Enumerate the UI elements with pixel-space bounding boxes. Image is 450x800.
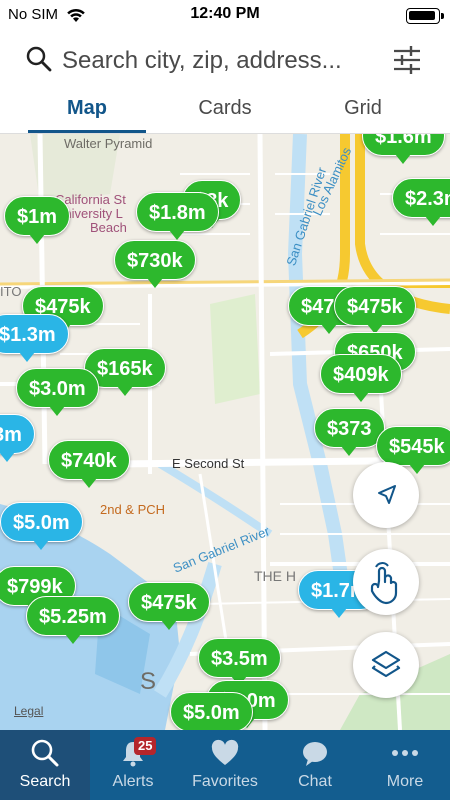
- label-s-partial: S: [140, 668, 157, 695]
- legal-link[interactable]: Legal: [14, 704, 43, 718]
- map-view[interactable]: Walter Pyramid California St University …: [0, 134, 450, 730]
- label-e-second-st: E Second St: [172, 456, 245, 471]
- price-pin[interactable]: $373: [314, 408, 385, 456]
- nav-label-more: More: [386, 773, 424, 790]
- price-pin[interactable]: $1.6m: [362, 134, 445, 164]
- price-pin[interactable]: $409k: [320, 354, 402, 402]
- tab-map[interactable]: Map: [28, 97, 146, 120]
- heart-icon: [211, 739, 239, 765]
- battery-icon: [406, 8, 444, 24]
- price-pin[interactable]: $5.25m: [26, 596, 120, 644]
- tab-cards[interactable]: Cards: [166, 97, 284, 120]
- nav-label-alerts: Alerts: [112, 773, 154, 790]
- bottom-nav: Search 25 Alerts Favorites Chat More: [0, 730, 450, 800]
- search-icon[interactable]: [26, 46, 52, 72]
- navigation-arrow-icon: [378, 485, 396, 504]
- tab-grid[interactable]: Grid: [304, 97, 422, 120]
- price-pin[interactable]: $5.0m: [0, 502, 83, 550]
- price-pin[interactable]: $740k: [48, 440, 130, 488]
- view-tabs: Map Cards Grid: [0, 88, 450, 134]
- finger-tap-icon: [370, 562, 398, 605]
- label-ito: ITO: [0, 284, 22, 299]
- price-pin[interactable]: $545k: [376, 426, 450, 474]
- price-pin[interactable]: $1m: [4, 196, 71, 244]
- nav-search[interactable]: Search: [0, 730, 90, 800]
- search-input[interactable]: [62, 46, 382, 76]
- price-pin[interactable]: $5.0m: [170, 692, 253, 730]
- nav-favorites[interactable]: Favorites: [180, 730, 270, 800]
- layers-icon: [371, 650, 401, 678]
- nav-more[interactable]: More: [360, 730, 450, 800]
- nav-label-chat: Chat: [298, 773, 332, 790]
- more-dots-icon: [392, 750, 418, 756]
- map-layers-button[interactable]: [353, 632, 419, 698]
- chat-bubble-icon: [303, 742, 327, 766]
- price-pin[interactable]: $730k: [114, 240, 196, 288]
- label-csu-3: Beach: [90, 220, 127, 235]
- nav-label-favorites: Favorites: [192, 773, 258, 790]
- status-bar: No SIM 12:40 PM: [0, 0, 450, 32]
- filter-sliders-icon[interactable]: [392, 44, 422, 76]
- label-2nd-pch: 2nd & PCH: [100, 502, 166, 517]
- price-pin[interactable]: $3.0m: [16, 368, 99, 416]
- search-icon: [31, 739, 59, 767]
- search-bar: [0, 32, 450, 88]
- nav-label-search: Search: [19, 773, 71, 790]
- price-pin[interactable]: $475k: [128, 582, 210, 630]
- nav-chat[interactable]: Chat: [270, 730, 360, 800]
- label-the-h: THE H: [254, 568, 296, 584]
- price-pin[interactable]: $475k: [334, 286, 416, 334]
- nav-alerts[interactable]: 25 Alerts: [88, 730, 178, 800]
- alerts-badge: 25: [134, 737, 157, 755]
- active-tab-indicator: [28, 130, 146, 133]
- price-pin[interactable]: $1.8m: [136, 192, 219, 240]
- price-pin[interactable]: $2.3m: [392, 178, 450, 226]
- draw-boundary-button[interactable]: [353, 549, 419, 615]
- price-pin[interactable]: $3.5m: [198, 638, 281, 686]
- label-walter-pyramid: Walter Pyramid: [64, 136, 153, 151]
- status-time: 12:40 PM: [190, 5, 260, 22]
- locate-me-button[interactable]: [353, 462, 419, 528]
- price-pin[interactable]: $1.3m: [0, 314, 69, 362]
